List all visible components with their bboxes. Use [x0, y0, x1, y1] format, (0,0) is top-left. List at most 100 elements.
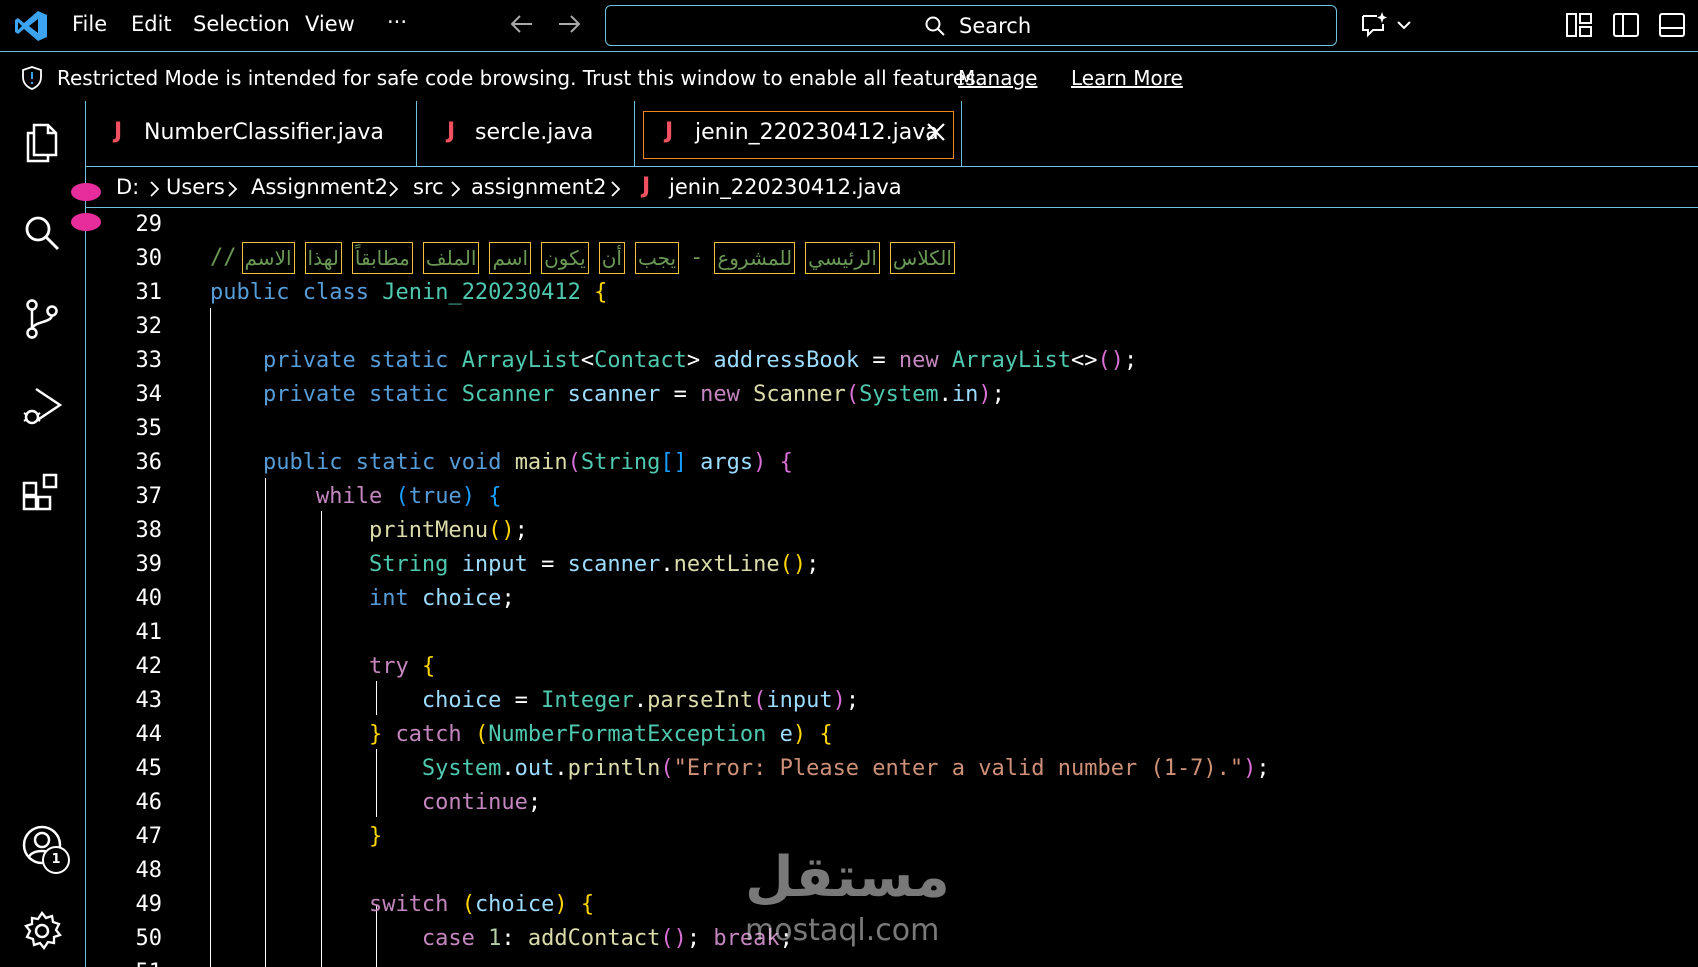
line-number: 33: [135, 348, 163, 373]
chevron-right-icon: [228, 181, 238, 197]
line-number: 38: [135, 518, 163, 543]
code-text: try {: [368, 654, 436, 679]
chevron-right-icon: [150, 181, 160, 197]
source-control-icon[interactable]: [20, 297, 64, 341]
comment-word: للمشروع: [714, 242, 796, 274]
comment-word: مطابقاً: [351, 242, 413, 274]
line-number: 35: [135, 416, 163, 441]
line-number: 48: [135, 858, 163, 883]
code-text: while (true) {: [315, 484, 502, 509]
breadcrumb-drive[interactable]: D:: [116, 175, 139, 199]
title-bar: File Edit Selection View ··· Search: [0, 0, 1698, 52]
menu-more[interactable]: ···: [387, 10, 407, 34]
comment-word: اسم: [489, 242, 532, 274]
comment-word: أن: [598, 242, 625, 274]
code-line: 43 choice = Integer.parseInt(input);: [86, 684, 1698, 718]
comment-word: الملف: [422, 242, 480, 274]
code-line: 51: [86, 956, 1698, 967]
active-tab-outline: [643, 111, 954, 159]
code-text: int choice;: [368, 586, 515, 611]
chevron-right-icon: [389, 181, 399, 197]
manage-link[interactable]: Manage: [958, 66, 1037, 90]
code-line: 34 private static Scanner scanner = new …: [86, 378, 1698, 412]
search-icon[interactable]: [20, 211, 64, 255]
code-text: switch (choice) {: [368, 892, 595, 917]
breadcrumb-src[interactable]: src: [413, 175, 444, 199]
close-icon[interactable]: [924, 120, 948, 144]
settings-gear-icon[interactable]: [20, 909, 64, 953]
code-line: 39 String input = scanner.nextLine();: [86, 548, 1698, 582]
comment-prefix: //: [210, 245, 237, 270]
breadcrumb-assignment2[interactable]: Assignment2: [251, 175, 388, 199]
line-number: 43: [135, 688, 163, 713]
menu-file[interactable]: File: [72, 12, 107, 36]
line-number: 45: [135, 756, 163, 781]
comment-word: لهذا: [304, 242, 342, 274]
tab-numberclassifier[interactable]: J NumberClassifier.java: [86, 101, 417, 167]
line-number: 46: [135, 790, 163, 815]
breadcrumb-package[interactable]: assignment2: [471, 175, 607, 199]
tab-label: NumberClassifier.java: [144, 120, 384, 145]
code-line: 33 private static ArrayList<Contact> add…: [86, 344, 1698, 378]
watermark-latin: mostaql.com: [745, 913, 940, 948]
line-number: 29: [135, 212, 163, 237]
code-line: 37 while (true) {: [86, 480, 1698, 514]
breadcrumb: D: Users Assignment2 src assignment2 J j…: [86, 168, 1698, 208]
code-text: printMenu();: [368, 518, 528, 543]
code-text: public static void main(String[] args) {: [262, 450, 793, 475]
comment-dash: -: [690, 245, 704, 270]
menu-edit[interactable]: Edit: [131, 12, 172, 36]
command-center-search[interactable]: Search: [605, 5, 1337, 46]
comment-word: الرئيسي: [805, 242, 880, 274]
search-label: Search: [959, 14, 1032, 38]
code-line: 38 printMenu();: [86, 514, 1698, 548]
menu-selection[interactable]: Selection: [193, 12, 290, 36]
watermark-arabic: مستقل: [745, 845, 950, 910]
learn-more-link[interactable]: Learn More: [1071, 66, 1183, 90]
code-line: 29: [86, 208, 1698, 242]
extensions-icon[interactable]: [20, 471, 64, 515]
field-name: scanner: [567, 382, 661, 407]
line-number: 42: [135, 654, 163, 679]
menu-view[interactable]: View: [305, 12, 355, 36]
code-text: private static ArrayList<Contact> addres…: [262, 348, 1138, 373]
line-number: 44: [135, 722, 163, 747]
code-line: 31 public class Jenin_220230412 {: [86, 276, 1698, 310]
code-comment: //الاسم لهذا مطابقاً الملف اسم يكون أن يجب - للمش…: [210, 242, 960, 274]
line-number: 32: [135, 314, 163, 339]
toggle-panel-icon[interactable]: [1657, 10, 1687, 40]
breadcrumb-users[interactable]: Users: [166, 175, 225, 199]
string-literal: "Error: Please enter a valid number (1-7…: [673, 756, 1244, 781]
banner-message: Restricted Mode is intended for safe cod…: [57, 66, 982, 90]
comment-word: يجب: [634, 242, 680, 274]
code-text: System.out.println("Error: Please enter …: [421, 756, 1270, 781]
code-line: 36 public static void main(String[] args…: [86, 446, 1698, 480]
arrow-right-icon[interactable]: [555, 10, 583, 38]
line-number: 36: [135, 450, 163, 475]
generic-type: Contact: [594, 348, 687, 373]
line-number: 39: [135, 552, 163, 577]
arrow-left-icon[interactable]: [508, 10, 536, 38]
chevron-down-icon[interactable]: [1394, 10, 1414, 40]
line-number: 31: [135, 280, 163, 305]
code-line: 45 System.out.println("Error: Please ent…: [86, 752, 1698, 786]
run-debug-icon[interactable]: [20, 385, 64, 429]
scroll-marker: [71, 183, 101, 201]
chevron-right-icon: [611, 181, 621, 197]
code-line: 42 try {: [86, 650, 1698, 684]
code-line: 32: [86, 310, 1698, 344]
line-number: 30: [135, 246, 163, 271]
breadcrumb-file[interactable]: jenin_220230412.java: [669, 175, 902, 199]
tab-sercle[interactable]: J sercle.java: [417, 101, 635, 167]
explorer-icon[interactable]: [20, 121, 64, 165]
line-number: 50: [135, 926, 163, 951]
line-number: 37: [135, 484, 163, 509]
java-file-icon: J: [447, 119, 456, 144]
customize-layout-icon[interactable]: [1564, 10, 1594, 40]
copilot-chat-icon[interactable]: [1359, 10, 1389, 40]
mostaql-watermark: مستقل mostaql.com: [745, 845, 960, 955]
chevron-right-icon: [451, 181, 461, 197]
toggle-sidebar-icon[interactable]: [1611, 10, 1641, 40]
tab-label: sercle.java: [475, 120, 594, 145]
java-file-icon: J: [642, 174, 651, 199]
